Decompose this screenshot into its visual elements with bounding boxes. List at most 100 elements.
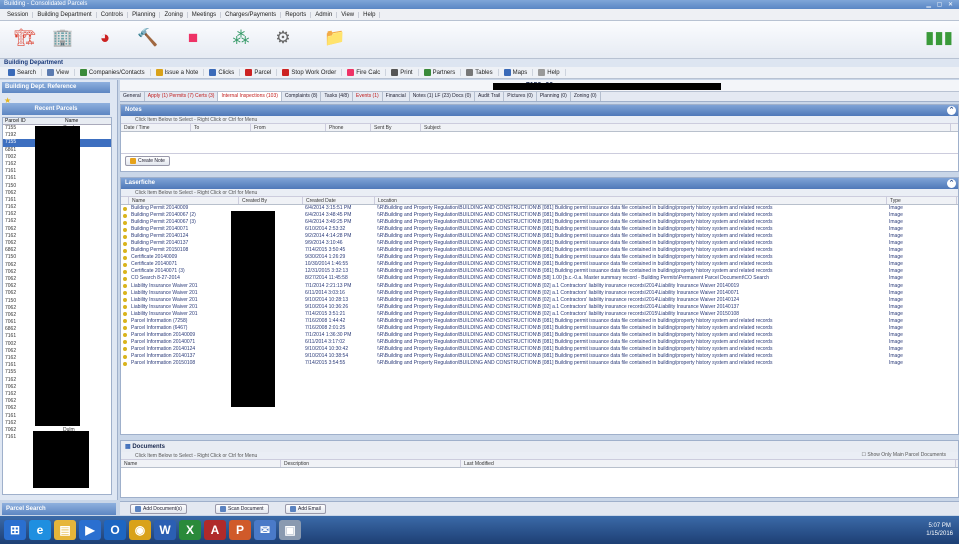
tab-item[interactable]: Pictures (0)	[504, 92, 537, 101]
column-header[interactable]: From	[251, 124, 326, 131]
hammer-icon[interactable]: 🔨	[135, 25, 161, 51]
column-header[interactable]: Name	[121, 460, 281, 467]
doc-date: 7/1/2014 1:36:30 PM	[305, 331, 352, 338]
doc-date: 6/11/2014 3:17:02	[305, 338, 345, 345]
explorer-icon[interactable]: ▤	[54, 520, 76, 540]
tab-item[interactable]: Apply (1) Permits (7) Certs (3)	[145, 92, 219, 101]
tab-item[interactable]: Audit Trail	[475, 92, 505, 101]
toolbar-button[interactable]: Search	[3, 69, 43, 76]
powerpoint-icon[interactable]: P	[229, 520, 251, 540]
word-icon[interactable]: W	[154, 520, 176, 540]
access-icon[interactable]: A	[204, 520, 226, 540]
tab-item[interactable]: Notes (1) LF (23) Docs (0)	[410, 92, 476, 101]
toolbar-button[interactable]: Stop Work Order	[277, 69, 343, 76]
show-main-docs-checkbox[interactable]: ☐ Show Only Main Parcel Documents	[861, 452, 946, 458]
doc-location: \\R\Building and Property Regulation\BUI…	[377, 233, 773, 240]
doc-date: 10/30/2014 1:46:55	[305, 261, 349, 268]
document-action-button[interactable]: Add Document(s)	[130, 504, 187, 514]
doc-date: 7/14/2015 3:54:55	[305, 360, 346, 367]
column-header[interactable]: Date / Time	[121, 124, 191, 131]
column-header[interactable]: Type	[887, 197, 957, 204]
tab-item[interactable]: Financial	[383, 92, 410, 101]
menu-item[interactable]: Zoning	[160, 11, 188, 18]
gears-icon[interactable]: ⚙	[270, 25, 296, 51]
ie-icon[interactable]: e	[29, 520, 51, 540]
crowd-icon[interactable]: ⁂	[228, 25, 254, 51]
window-controls[interactable]: ▁ ▢ ✕	[926, 1, 955, 8]
blocks-icon[interactable]: ■	[180, 25, 206, 51]
column-header[interactable]: Subject	[421, 124, 951, 131]
chrome-icon[interactable]: ◉	[129, 520, 151, 540]
menu-item[interactable]: Meetings	[188, 11, 222, 18]
toolbar-button[interactable]: Maps	[499, 69, 534, 76]
tab-item[interactable]: Planning (0)	[537, 92, 571, 101]
bars-icon[interactable]: ▮▮▮	[925, 25, 953, 51]
document-action-button[interactable]: Scan Document	[215, 504, 269, 514]
menu-item[interactable]: Building Department	[33, 11, 97, 18]
tab-item[interactable]: Internal Inspections (103)	[218, 92, 282, 101]
document-icon	[121, 346, 129, 353]
toolbar-button[interactable]: Print	[386, 69, 419, 76]
menu-item[interactable]: Reports	[281, 11, 312, 18]
building-permit-icon[interactable]: 🏢	[50, 25, 76, 51]
toolbar-button[interactable]: Partners	[419, 69, 462, 76]
toolbar-button[interactable]: Tables	[461, 69, 499, 76]
create-note-button[interactable]: Create Note	[125, 156, 170, 166]
toolbar-button[interactable]: Issue a Note	[151, 69, 205, 76]
document-icon	[121, 226, 129, 233]
col-parcel-id[interactable]: Parcel ID	[3, 118, 63, 124]
app-mail-icon[interactable]: ✉	[254, 520, 276, 540]
excel-icon[interactable]: X	[179, 520, 201, 540]
column-header[interactable]: Location	[375, 197, 887, 204]
menu-item[interactable]: Help	[359, 11, 381, 18]
outlook-icon[interactable]: O	[104, 520, 126, 540]
tab-item[interactable]: Zoning (0)	[571, 92, 601, 101]
toolbar-button[interactable]: Companies/Contacts	[75, 69, 151, 76]
doc-date: 9/30/2014 1:26:29	[305, 254, 346, 261]
menu-item[interactable]: Controls	[97, 11, 129, 18]
doc-location: \\R\Building and Property Regulation\BUI…	[377, 219, 773, 226]
app-window-icon[interactable]: ▣	[279, 520, 301, 540]
column-header[interactable]: Description	[281, 460, 461, 467]
toolbar-button[interactable]: Fire Calc	[342, 69, 387, 76]
tab-item[interactable]: Complaints (8)	[282, 92, 322, 101]
start-orb-icon[interactable]: ⊞	[4, 520, 26, 540]
menu-item[interactable]: Planning	[128, 11, 161, 18]
toolbar-button[interactable]: View	[42, 69, 75, 76]
toolbar-button[interactable]: Help	[533, 69, 566, 76]
toolbar-icon	[347, 69, 355, 76]
reference-dropdown[interactable]: Building Dept. Reference	[2, 82, 110, 93]
menu-item[interactable]: Charges/Payments	[221, 11, 282, 18]
media-icon[interactable]: ▶	[79, 520, 101, 540]
tab-item[interactable]: General	[120, 92, 145, 101]
tab-item[interactable]: Tasks (4/8)	[321, 92, 353, 101]
notes-grid[interactable]	[121, 132, 958, 154]
clock[interactable]: 5:07 PM 1/15/2016	[926, 522, 953, 538]
doc-type: Image	[889, 233, 903, 240]
chart-icon[interactable]: ◕	[92, 25, 118, 51]
tab-item[interactable]: Events (1)	[353, 92, 383, 101]
menu-item[interactable]: Admin	[311, 11, 338, 18]
doc-type: Image	[889, 254, 903, 261]
folder-icon[interactable]: 📁	[322, 25, 348, 51]
column-header[interactable]: Created By	[239, 197, 303, 204]
toolbar-button[interactable]: Parcel	[240, 69, 278, 76]
menu-item[interactable]: View	[337, 11, 360, 18]
building-dept-icon[interactable]: 🏗	[12, 25, 38, 51]
collapse-icon[interactable]: ⌃	[947, 106, 956, 115]
col-name[interactable]: Name	[63, 118, 111, 124]
column-header[interactable]: To	[191, 124, 251, 131]
column-header[interactable]: Created Date	[303, 197, 375, 204]
column-header[interactable]: Phone	[326, 124, 371, 131]
menu-item[interactable]: Session	[3, 11, 34, 18]
toolbar-button[interactable]: Clicks	[204, 69, 241, 76]
column-header[interactable]: Last Modified	[461, 460, 956, 467]
column-header[interactable]: Name	[129, 197, 239, 204]
document-icon	[121, 318, 129, 325]
button-icon	[220, 506, 226, 512]
collapse-icon[interactable]: ⌃	[947, 179, 956, 188]
column-header[interactable]: Sent By	[371, 124, 421, 131]
document-icon	[121, 233, 129, 240]
parcel-search-button[interactable]: Parcel Search	[2, 503, 116, 515]
document-action-button[interactable]: Add Email	[285, 504, 326, 514]
